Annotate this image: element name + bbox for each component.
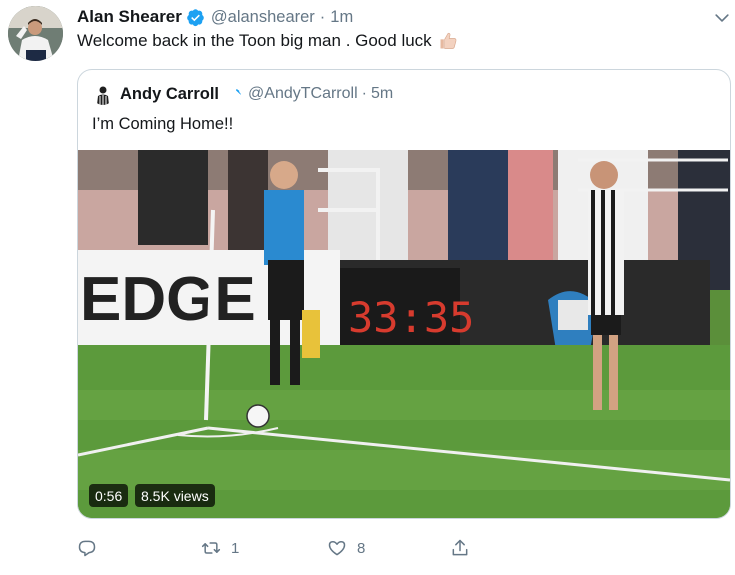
video-views-badge: 8.5K views [135,484,215,507]
like-count: 8 [357,539,366,557]
like-button[interactable]: 8 [327,536,365,560]
retweet-icon [201,542,221,554]
video-player[interactable]: EDGE 33:35 0:56 8.5K views [78,150,730,518]
chevron-down-icon[interactable] [712,8,732,28]
share-icon [452,539,468,556]
tweet-timestamp[interactable]: 1m [330,8,353,27]
tweet-body: Welcome back in the Toon big man . Good … [77,31,458,51]
video-thumbnail: EDGE 33:35 [78,150,730,518]
quoted-tweet-text: I’m Coming Home!! [92,115,234,133]
retweet-button[interactable]: 1 [201,536,239,560]
quoted-author-avatar [92,83,114,105]
reply-button[interactable] [77,536,97,560]
verified-badge-icon [228,88,241,98]
tweet-header: Alan Shearer @alanshearer · 1m [77,5,353,29]
retweet-count: 1 [231,539,240,557]
separator-dot: · [319,7,326,26]
verified-badge-icon [187,8,204,26]
video-duration-badge: 0:56 [89,484,129,507]
tweet-text: Welcome back in the Toon big man . Good … [77,31,432,50]
like-icon [328,541,346,556]
share-button[interactable] [450,536,470,560]
thumbs-up-emoji-icon [440,32,457,49]
separator-dot: · [361,85,367,102]
reply-icon [78,540,96,557]
pitch-clock-text: 33:35 [348,293,474,342]
author-handle[interactable]: @alanshearer [211,8,315,27]
quoted-author-handle[interactable]: @AndyTCarroll [248,85,358,103]
author-name[interactable]: Alan Shearer [77,7,182,27]
tweet-actions: 1 8 [77,536,477,560]
author-avatar[interactable] [8,6,63,61]
quoted-author-name[interactable]: Andy Carroll [120,85,219,104]
board-text: EDGE [80,265,256,334]
quoted-tweet-header: Andy Carroll @AndyTCarroll · 5m [92,82,393,106]
quoted-tweet-timestamp[interactable]: 5m [371,85,393,103]
quoted-tweet-card[interactable]: Andy Carroll @AndyTCarroll · 5m I’m Comi… [77,69,731,519]
